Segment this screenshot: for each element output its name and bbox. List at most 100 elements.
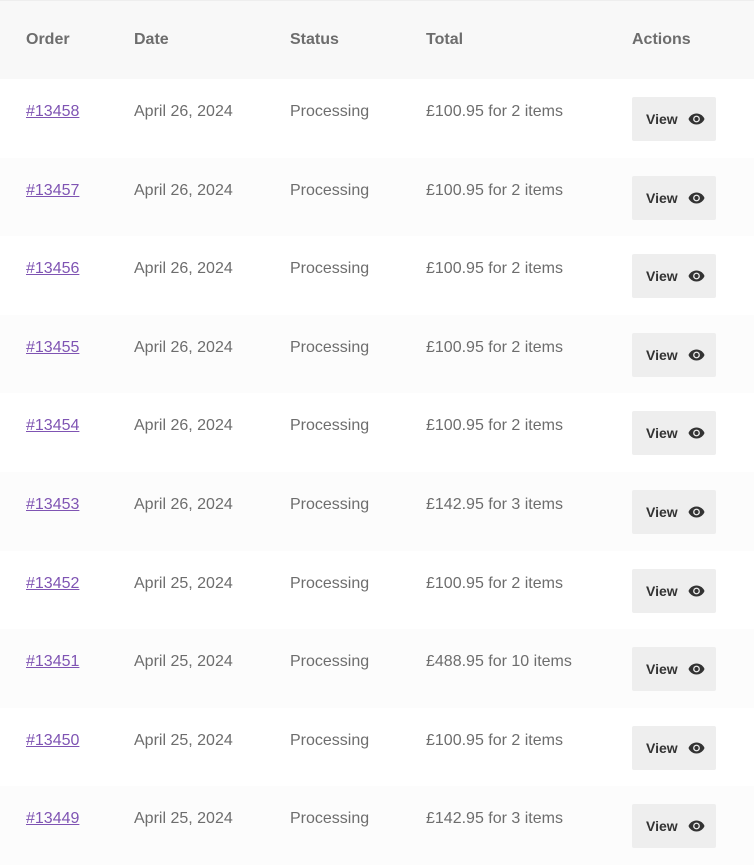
- order-number-link[interactable]: #13453: [26, 496, 79, 513]
- table-row: #13451 April 25, 2024 Processing £488.95…: [0, 629, 754, 708]
- view-order-button[interactable]: View: [632, 647, 716, 692]
- view-button-label: View: [646, 818, 678, 835]
- order-number-cell: #13449: [0, 786, 108, 865]
- order-number-link[interactable]: #13450: [26, 732, 79, 749]
- order-status: Processing: [290, 574, 370, 592]
- order-number-cell: #13455: [0, 314, 108, 394]
- order-status-cell: Processing: [264, 629, 400, 708]
- view-order-button[interactable]: View: [632, 332, 716, 377]
- view-button-label: View: [646, 189, 678, 206]
- view-button-label: View: [646, 346, 678, 363]
- order-date-cell: April 26, 2024: [108, 79, 264, 158]
- orders-table: Order Date Status Total Actions #13458 A…: [0, 0, 754, 865]
- order-number-link[interactable]: #13451: [26, 653, 79, 670]
- view-order-button[interactable]: View: [632, 568, 716, 613]
- order-total: £100.95 for 2 items: [426, 181, 563, 199]
- order-date: April 26, 2024: [134, 103, 233, 120]
- eye-icon: [688, 506, 705, 518]
- order-date-cell: April 26, 2024: [108, 236, 264, 315]
- view-order-button[interactable]: View: [632, 175, 716, 220]
- eye-icon: [688, 742, 705, 754]
- order-status-cell: Processing: [264, 157, 400, 237]
- order-status-cell: Processing: [264, 550, 400, 630]
- order-number-cell: #13457: [0, 157, 108, 237]
- table-row: #13457 April 26, 2024 Processing £100.95…: [0, 157, 754, 237]
- order-actions-cell: View: [606, 157, 754, 237]
- order-status: Processing: [290, 653, 370, 671]
- view-order-button[interactable]: View: [632, 489, 716, 534]
- order-actions-cell: View: [606, 236, 754, 315]
- order-status: Processing: [290, 810, 370, 828]
- order-actions-cell: View: [606, 314, 754, 394]
- view-order-button[interactable]: View: [632, 804, 716, 849]
- order-number-link[interactable]: #13458: [26, 103, 79, 120]
- order-status-cell: Processing: [264, 314, 400, 394]
- order-date-cell: April 26, 2024: [108, 157, 264, 237]
- order-total-cell: £100.95 for 2 items: [400, 236, 606, 315]
- order-status-cell: Processing: [264, 471, 400, 551]
- order-status: Processing: [290, 495, 370, 513]
- table-row: #13455 April 26, 2024 Processing £100.95…: [0, 314, 754, 394]
- header-date: Date: [108, 0, 264, 79]
- table-row: #13453 April 26, 2024 Processing £142.95…: [0, 471, 754, 551]
- header-order: Order: [0, 0, 108, 79]
- order-number-link[interactable]: #13452: [26, 575, 79, 592]
- order-total: £100.95 for 2 items: [426, 574, 563, 592]
- order-status-cell: Processing: [264, 786, 400, 865]
- orders-table-header: Order Date Status Total Actions: [0, 0, 754, 79]
- order-status: Processing: [290, 338, 370, 356]
- table-row: #13449 April 25, 2024 Processing £142.95…: [0, 786, 754, 865]
- order-total-cell: £142.95 for 3 items: [400, 786, 606, 865]
- order-status: Processing: [290, 260, 370, 278]
- order-number-link[interactable]: #13457: [26, 182, 79, 199]
- header-row: Order Date Status Total Actions: [0, 0, 754, 79]
- eye-icon: [688, 270, 705, 282]
- order-date-cell: April 25, 2024: [108, 786, 264, 865]
- order-date-cell: April 25, 2024: [108, 707, 264, 787]
- eye-icon: [688, 820, 705, 832]
- order-total-cell: £100.95 for 2 items: [400, 79, 606, 158]
- eye-icon: [688, 113, 705, 125]
- view-order-button[interactable]: View: [632, 411, 716, 456]
- table-row: #13454 April 26, 2024 Processing £100.95…: [0, 393, 754, 472]
- order-status: Processing: [290, 103, 370, 120]
- view-order-button[interactable]: View: [632, 97, 716, 141]
- order-total-cell: £100.95 for 2 items: [400, 157, 606, 237]
- order-date: April 26, 2024: [134, 181, 233, 199]
- order-number-cell: #13452: [0, 550, 108, 630]
- order-actions-cell: View: [606, 471, 754, 551]
- order-total: £100.95 for 2 items: [426, 417, 563, 435]
- order-number-link[interactable]: #13449: [26, 810, 79, 827]
- order-date: April 26, 2024: [134, 417, 233, 435]
- order-date: April 25, 2024: [134, 574, 233, 592]
- table-row: #13458 April 26, 2024 Processing £100.95…: [0, 79, 754, 158]
- view-button-label: View: [646, 582, 678, 599]
- order-number-cell: #13458: [0, 79, 108, 158]
- order-total: £488.95 for 10 items: [426, 653, 572, 671]
- order-number-link[interactable]: #13456: [26, 260, 79, 277]
- order-total: £100.95 for 2 items: [426, 103, 563, 120]
- order-date-cell: April 26, 2024: [108, 393, 264, 472]
- order-status: Processing: [290, 181, 370, 199]
- eye-icon: [688, 585, 705, 597]
- order-date: April 25, 2024: [134, 810, 233, 828]
- view-button-label: View: [646, 661, 678, 678]
- view-button-label: View: [646, 268, 678, 285]
- order-number-link[interactable]: #13455: [26, 339, 79, 356]
- header-actions: Actions: [606, 0, 754, 79]
- order-date-cell: April 26, 2024: [108, 314, 264, 394]
- order-status: Processing: [290, 731, 370, 749]
- order-date-cell: April 26, 2024: [108, 471, 264, 551]
- view-button-label: View: [646, 111, 678, 127]
- order-number-cell: #13450: [0, 707, 108, 787]
- view-order-button[interactable]: View: [632, 254, 716, 299]
- view-button-label: View: [646, 425, 678, 442]
- order-actions-cell: View: [606, 707, 754, 787]
- order-number-link[interactable]: #13454: [26, 417, 79, 434]
- view-button-label: View: [646, 503, 678, 520]
- order-date: April 25, 2024: [134, 731, 233, 749]
- order-total: £100.95 for 2 items: [426, 731, 563, 749]
- order-total-cell: £100.95 for 2 items: [400, 707, 606, 787]
- order-total-cell: £100.95 for 2 items: [400, 550, 606, 630]
- view-order-button[interactable]: View: [632, 725, 716, 770]
